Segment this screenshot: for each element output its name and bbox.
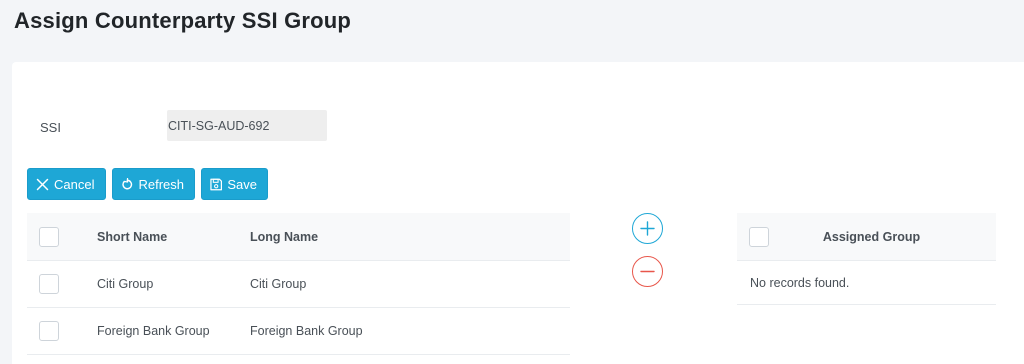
refresh-icon <box>122 177 133 189</box>
column-header-short-name[interactable]: Short Name <box>97 230 250 244</box>
main-card: SSI CITI-SG-AUD-692 Cancel Refresh Save <box>12 62 1024 364</box>
table-header: Assigned Group <box>737 213 996 261</box>
row-checkbox[interactable] <box>39 321 59 341</box>
cancel-button-label: Cancel <box>54 176 95 192</box>
plus-circle-icon <box>640 221 655 236</box>
toolbar: Cancel Refresh Save <box>27 168 268 200</box>
refresh-button[interactable]: Refresh <box>112 168 195 200</box>
add-group-button[interactable] <box>632 213 663 244</box>
floppy-disk-icon <box>210 178 223 190</box>
short-name-cell: Foreign Bank Group <box>97 324 210 338</box>
table-header: Short Name Long Name <box>27 213 570 261</box>
minus-circle-icon <box>640 270 655 273</box>
short-name-cell: Citi Group <box>97 277 154 291</box>
ssi-label: SSI <box>40 120 61 135</box>
select-all-checkbox[interactable] <box>39 226 59 247</box>
close-icon <box>36 178 49 190</box>
ssi-value-field: CITI-SG-AUD-692 <box>167 110 327 141</box>
column-header-long-name[interactable]: Long Name <box>250 230 570 244</box>
save-button-label: Save <box>227 176 257 192</box>
row-checkbox[interactable] <box>39 274 59 294</box>
long-name-cell: Citi Group <box>250 277 307 291</box>
save-button[interactable]: Save <box>201 168 268 200</box>
table-row[interactable]: Foreign Bank Group Foreign Bank Group <box>27 308 570 355</box>
select-all-assigned-checkbox[interactable] <box>749 226 769 247</box>
table-row[interactable]: Citi Group Citi Group <box>27 261 570 308</box>
refresh-button-label: Refresh <box>138 176 184 192</box>
remove-group-button[interactable] <box>632 256 663 287</box>
page-title: Assign Counterparty SSI Group <box>14 8 352 33</box>
empty-message: No records found. <box>737 261 996 305</box>
long-name-cell: Foreign Bank Group <box>250 324 363 338</box>
available-groups-table: Short Name Long Name Citi Group Citi Gro… <box>27 213 570 355</box>
assigned-groups-table: Assigned Group No records found. <box>737 213 996 305</box>
cancel-button[interactable]: Cancel <box>27 168 106 200</box>
column-header-assigned-group[interactable]: Assigned Group <box>797 230 996 244</box>
